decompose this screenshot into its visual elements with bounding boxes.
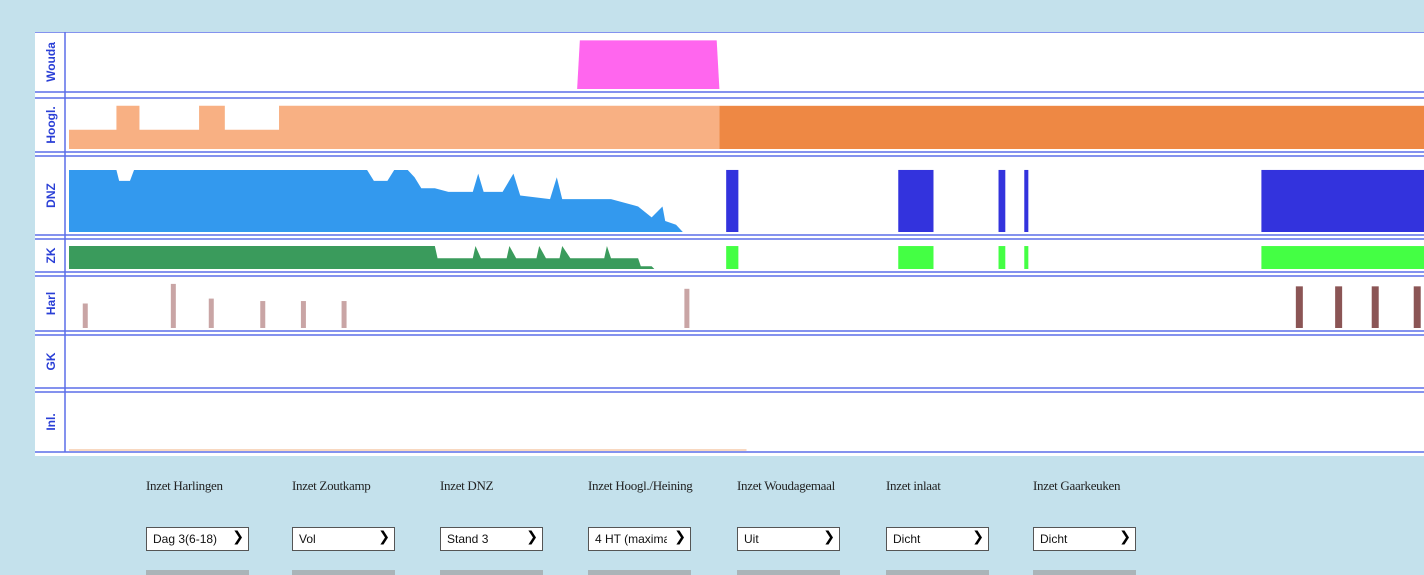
chevron-down-icon: ❯ xyxy=(674,529,686,545)
control-label: Inzet Hoogl./Heining xyxy=(588,478,693,493)
control-label: Inzet Woudagemaal xyxy=(737,478,835,493)
control-underbox xyxy=(588,570,691,575)
dnz-block xyxy=(1024,169,1029,232)
control-label: Inzet Zoutkamp xyxy=(292,478,371,493)
select-inlaat[interactable]: Dicht ❯ xyxy=(886,527,989,551)
dnz-block xyxy=(1261,169,1424,232)
wouda-series-area xyxy=(577,40,720,89)
select-hoogl[interactable]: 4 HT (maximaal ❯ xyxy=(588,527,691,551)
harl-spike xyxy=(260,301,266,328)
control-underbox xyxy=(292,570,395,575)
chart-panel: Wouda Hoogl. DNZ ZK Harl GK Inl. xyxy=(35,32,1424,456)
control-underbox xyxy=(886,570,989,575)
select-zoutkamp[interactable]: Vol ❯ xyxy=(292,527,395,551)
dnz-block xyxy=(726,169,739,232)
lane-label-harl: Harl xyxy=(44,292,58,315)
chevron-down-icon: ❯ xyxy=(972,529,984,545)
harl-spike xyxy=(1295,286,1303,328)
zk-block xyxy=(998,246,1006,269)
select-gaarkeuken[interactable]: Dicht ❯ xyxy=(1033,527,1136,551)
select-value: Stand 3 xyxy=(447,532,489,546)
control-underbox xyxy=(1033,570,1136,575)
zk-block xyxy=(726,246,739,269)
harl-spike xyxy=(170,283,176,328)
select-value: 4 HT (maximaal xyxy=(595,532,667,546)
control-label: Inzet Harlingen xyxy=(146,478,223,493)
chevron-down-icon: ❯ xyxy=(232,529,244,545)
chevron-down-icon: ❯ xyxy=(823,529,835,545)
harl-spike xyxy=(1335,286,1343,328)
dnz-series-area xyxy=(69,169,683,232)
dnz-block xyxy=(998,169,1006,232)
select-value: Dicht xyxy=(1040,532,1068,546)
chevron-down-icon: ❯ xyxy=(1119,529,1131,545)
lane-label-dnz: DNZ xyxy=(44,183,58,208)
lane-chart: Wouda Hoogl. DNZ ZK Harl GK Inl. xyxy=(35,32,1424,453)
lane-label-gk: GK xyxy=(44,352,58,370)
controls-bar: Inzet Harlingen Dag 3(6-18) ❯ Inzet Zout… xyxy=(0,478,1424,575)
select-woudagemaal[interactable]: Uit ❯ xyxy=(737,527,840,551)
hoogl-series-area xyxy=(69,105,720,149)
select-dnz[interactable]: Stand 3 ❯ xyxy=(440,527,543,551)
dnz-block xyxy=(898,169,934,232)
control-underbox xyxy=(440,570,543,575)
chevron-down-icon: ❯ xyxy=(526,529,538,545)
control-underbox xyxy=(146,570,249,575)
harl-spike xyxy=(208,298,214,328)
control-underbox xyxy=(737,570,840,575)
zk-block xyxy=(898,246,934,269)
select-value: Uit xyxy=(744,532,759,546)
hoogl-max-area xyxy=(719,105,1424,149)
select-harlingen[interactable]: Dag 3(6-18) ❯ xyxy=(146,527,249,551)
lane-label-wouda: Wouda xyxy=(44,42,58,82)
select-value: Vol xyxy=(299,532,316,546)
zk-block xyxy=(1261,246,1424,269)
harl-spike xyxy=(684,288,690,328)
zk-block xyxy=(1024,246,1029,269)
zk-series-area xyxy=(69,246,655,269)
harl-spike xyxy=(1413,286,1421,328)
control-label: Inzet Gaarkeuken xyxy=(1033,478,1121,493)
harl-spike xyxy=(300,301,306,328)
select-value: Dicht xyxy=(893,532,921,546)
lane-label-inl: Inl. xyxy=(44,413,58,430)
chevron-down-icon: ❯ xyxy=(378,529,390,545)
select-value: Dag 3(6-18) xyxy=(153,532,218,546)
harl-spike xyxy=(1371,286,1379,328)
lane-label-zk: ZK xyxy=(44,247,58,263)
harl-spike xyxy=(341,301,347,328)
lane-label-hoogl: Hoogl. xyxy=(44,106,58,143)
harl-spike xyxy=(82,303,88,328)
control-label: Inzet DNZ xyxy=(440,478,494,493)
control-label: Inzet inlaat xyxy=(886,478,941,493)
